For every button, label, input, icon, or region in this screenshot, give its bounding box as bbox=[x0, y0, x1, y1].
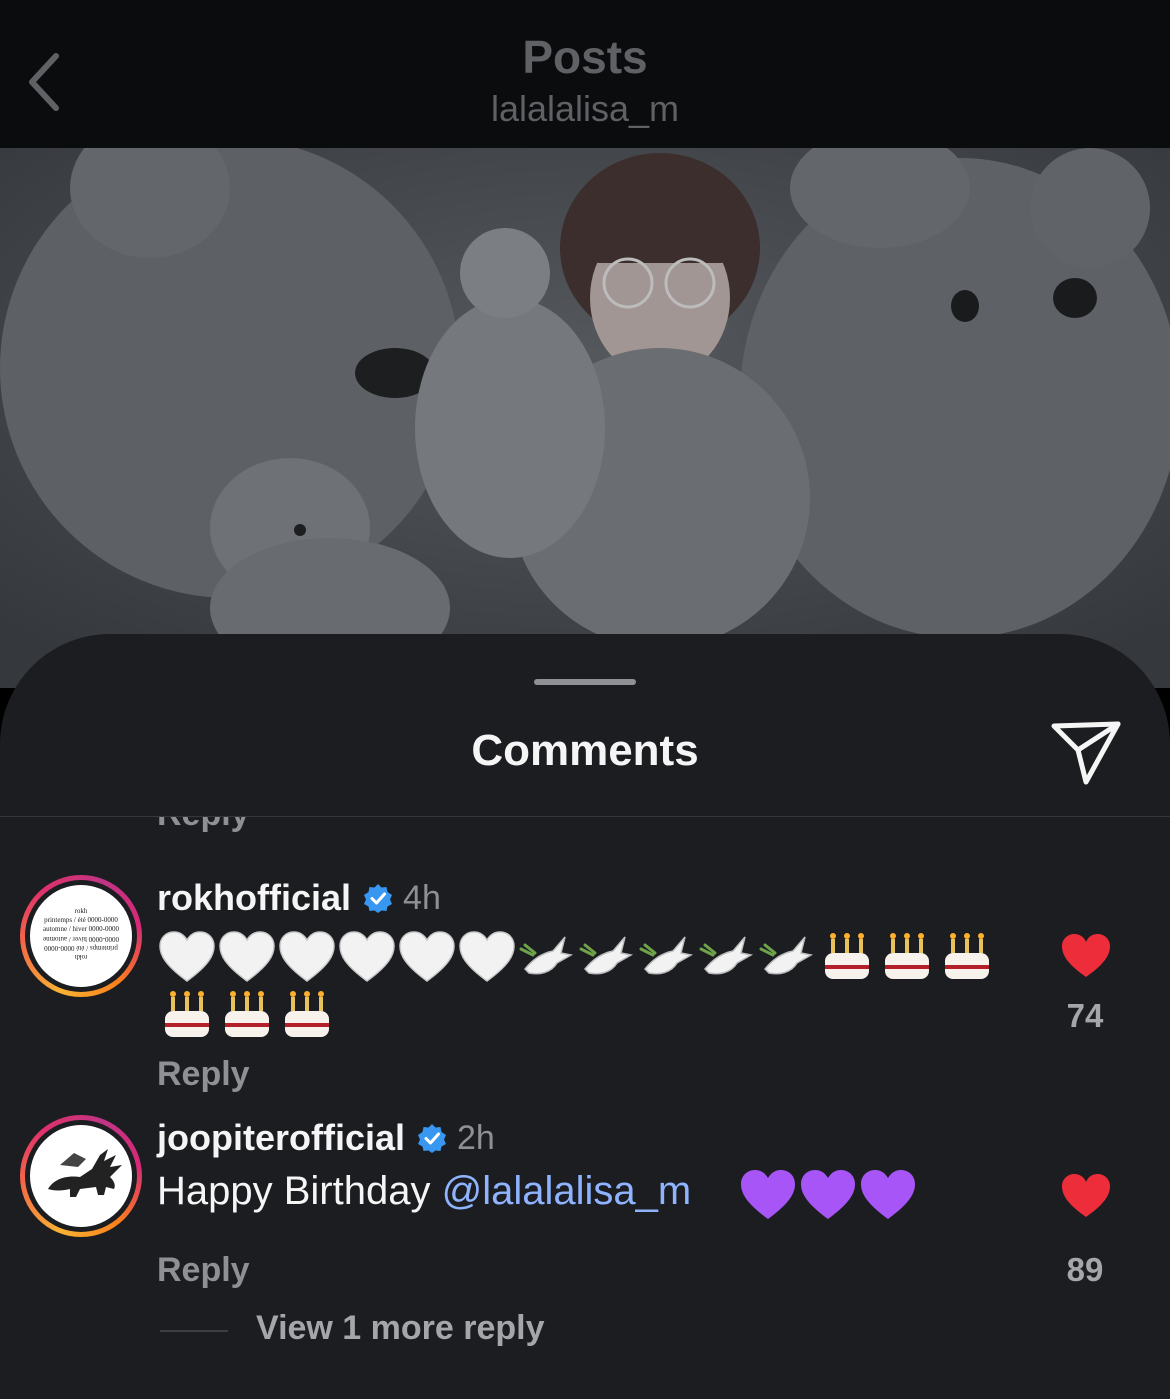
mention-link[interactable]: @lalalalisa_m bbox=[442, 1169, 692, 1213]
comment-emoji-line bbox=[157, 929, 997, 985]
avatar-text: printemps / été 0000-0000 bbox=[44, 944, 118, 952]
white-heart-icon bbox=[399, 931, 455, 982]
purple-heart-icon bbox=[801, 1170, 855, 1219]
comment-body: Happy Birthday bbox=[157, 1169, 442, 1213]
top-nav-bar: Posts lalalalisa_m bbox=[0, 0, 1170, 148]
white-heart-icon bbox=[219, 931, 275, 982]
comment-timestamp: 2h bbox=[457, 1118, 495, 1157]
comment-username[interactable]: rokhofficial bbox=[157, 877, 351, 919]
reply-button[interactable]: Reply bbox=[157, 1055, 250, 1094]
like-count: 89 bbox=[1066, 1251, 1104, 1288]
white-heart-icon bbox=[279, 931, 335, 982]
comments-list: Reply rokh printemps / été 0000-0000 aut… bbox=[0, 817, 1170, 1399]
dove-icon bbox=[579, 936, 634, 975]
reply-button[interactable]: Reply bbox=[157, 817, 250, 834]
birthday-cake-icon bbox=[225, 991, 269, 1037]
avatar-story-ring[interactable] bbox=[20, 1115, 142, 1237]
avatar-text: 0000-0000 hiver / automne bbox=[43, 935, 120, 943]
avatar-text: printemps / été 0000-0000 bbox=[44, 916, 118, 924]
birthday-cake-icon bbox=[825, 933, 869, 979]
verified-badge-icon bbox=[418, 1124, 447, 1153]
white-heart-icon bbox=[339, 931, 395, 982]
comment-timestamp: 4h bbox=[403, 878, 441, 917]
white-heart-icon bbox=[459, 931, 515, 982]
white-heart-icon bbox=[159, 931, 215, 982]
comment-username[interactable]: joopiterofficial bbox=[157, 1117, 405, 1159]
birthday-cake-icon bbox=[165, 991, 209, 1037]
dove-icon bbox=[759, 936, 814, 975]
birthday-cake-icon bbox=[885, 933, 929, 979]
avatar-text: automne / hiver 0000-0000 bbox=[42, 925, 119, 933]
birthday-cake-icon bbox=[285, 991, 329, 1037]
avatar-text: rokh bbox=[74, 907, 88, 915]
comments-title: Comments bbox=[471, 726, 699, 775]
comment-emoji-line bbox=[738, 1167, 918, 1223]
like-count: 74 bbox=[1066, 997, 1104, 1034]
post-image[interactable] bbox=[0, 148, 1170, 688]
avatar-text: rokh bbox=[74, 953, 88, 961]
purple-heart-icon bbox=[861, 1170, 915, 1219]
page-subtitle-username[interactable]: lalalalisa_m bbox=[0, 88, 1170, 130]
dove-icon bbox=[699, 936, 754, 975]
comment-emoji-line bbox=[157, 987, 337, 1043]
comment-text: Happy Birthday @lalalalisa_m bbox=[157, 1169, 691, 1214]
verified-badge-icon bbox=[364, 884, 393, 913]
view-more-replies-button[interactable]: View 1 more reply bbox=[256, 1309, 545, 1348]
avatar-story-ring[interactable]: rokh printemps / été 0000-0000 automne /… bbox=[20, 875, 142, 997]
birthday-cake-icon bbox=[945, 933, 989, 979]
avatar bbox=[30, 1125, 132, 1227]
avatar: rokh printemps / été 0000-0000 automne /… bbox=[30, 885, 132, 987]
page-title: Posts bbox=[522, 31, 648, 83]
purple-heart-icon bbox=[741, 1170, 795, 1219]
like-heart-icon[interactable] bbox=[1060, 1173, 1112, 1219]
share-send-icon[interactable] bbox=[1048, 716, 1124, 786]
sheet-drag-handle[interactable] bbox=[534, 679, 636, 685]
dinosaur-logo-icon bbox=[48, 1149, 122, 1197]
comments-sheet: Comments Reply rokh printemps / été 0000… bbox=[0, 634, 1170, 1399]
like-heart-icon[interactable] bbox=[1060, 933, 1112, 979]
dove-icon bbox=[639, 936, 694, 975]
reply-button[interactable]: Reply bbox=[157, 1251, 250, 1290]
dove-icon bbox=[519, 936, 574, 975]
replies-divider-line bbox=[160, 1330, 228, 1332]
